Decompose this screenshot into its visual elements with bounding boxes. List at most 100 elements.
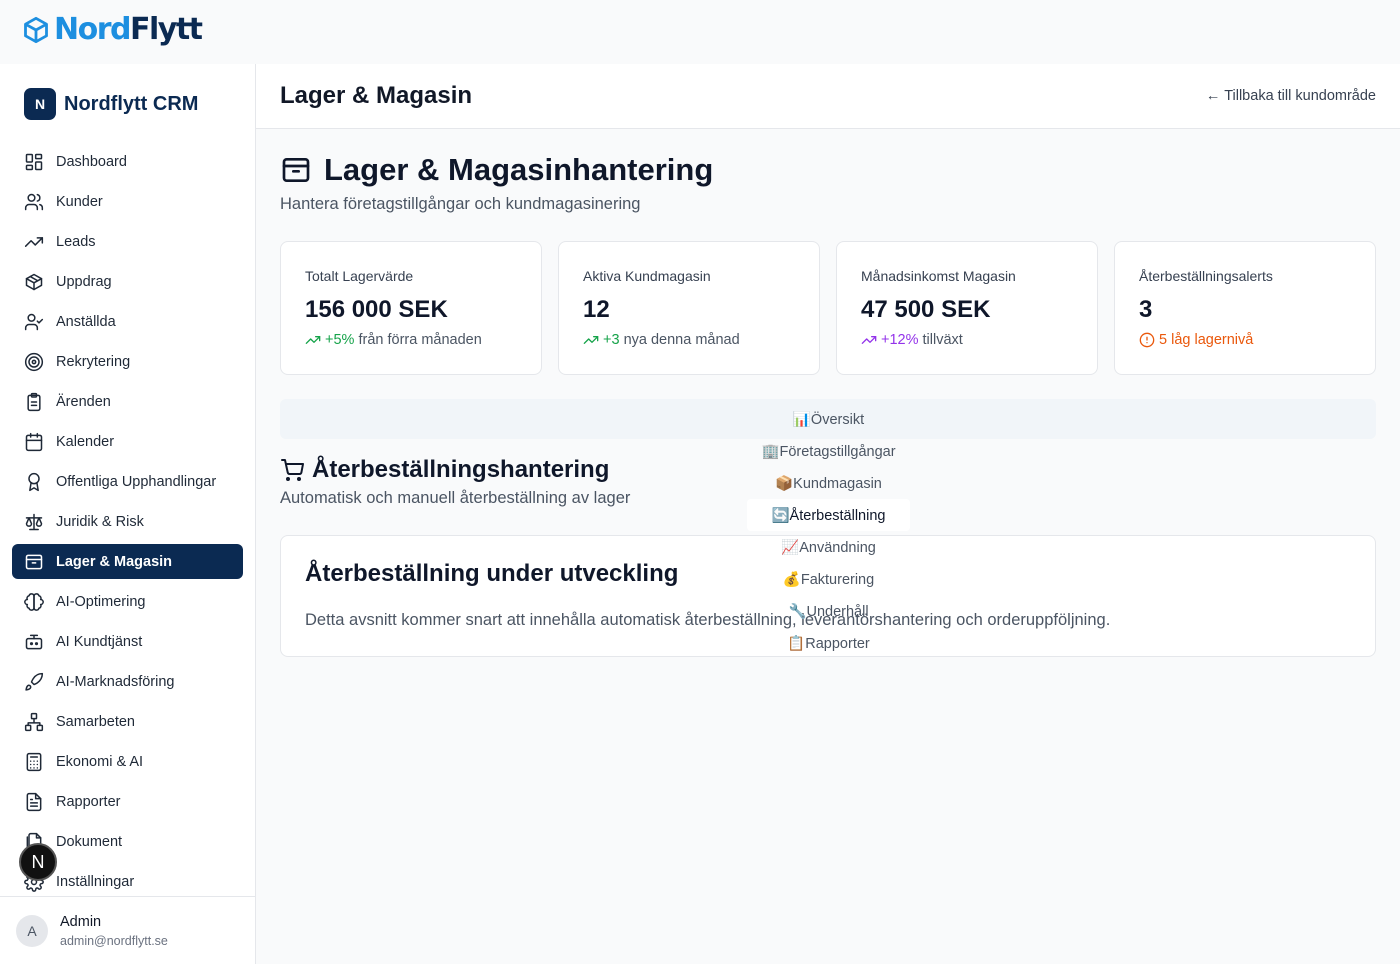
trending-up-icon	[861, 336, 877, 344]
tabs-list: 📊Översikt 🏢Företagstillgångar 📦Kundmagas…	[747, 403, 910, 659]
stat-change: +5%	[325, 332, 355, 348]
page-heading: Lager & Magasinhantering	[324, 152, 714, 187]
stat-change: +3	[603, 332, 620, 348]
sidebar-item-leads[interactable]: Leads	[12, 224, 243, 259]
sidebar-item-label: Ärenden	[56, 393, 111, 410]
user-name: Admin	[60, 914, 102, 930]
network-icon	[24, 712, 44, 731]
stat-card-inventory-value: Totalt Lagervärde 156 000 SEK +5% från f…	[280, 241, 542, 375]
card-text: Detta avsnitt kommer snart att innehålla…	[305, 611, 1111, 629]
brand-name: Nordflytt CRM	[64, 92, 199, 115]
sidebar-brand[interactable]: N Nordflytt CRM	[24, 88, 198, 120]
logo-part-nord: Nord	[54, 12, 132, 47]
sidebar-item-samarbeten[interactable]: Samarbeten	[12, 704, 243, 739]
tab-rapporter[interactable]: 📋Rapporter	[747, 627, 910, 659]
page-subtitle: Hantera företagstillgångar och kundmagas…	[280, 195, 641, 213]
target-icon	[24, 352, 44, 371]
stat-label: Totalt Lagervärde	[305, 268, 414, 284]
trending-up-icon	[583, 336, 599, 344]
sidebar-item-label: Leads	[56, 233, 96, 250]
sidebar-item-label: Kalender	[56, 433, 115, 450]
brain-icon	[24, 592, 44, 611]
stat-label: Månadsinkomst Magasin	[861, 268, 1016, 284]
trending-up-icon	[24, 236, 44, 247]
back-to-customer-area-link[interactable]: ← Tillbaka till kundområde	[1206, 88, 1376, 104]
box-logo-icon	[24, 16, 48, 44]
user-profile[interactable]: A Admin admin@nordflytt.se	[0, 896, 255, 964]
sidebar-item-ärenden[interactable]: Ärenden	[12, 384, 243, 419]
stat-value: 12	[583, 296, 610, 323]
logo-part-flytt: Flytt	[130, 12, 203, 47]
sidebar-item-rapporter[interactable]: Rapporter	[12, 784, 243, 819]
card-title: Återbeställning under utveckling	[305, 560, 679, 587]
stat-note: +5% från förra månaden	[305, 332, 482, 348]
logo-wordmark: NordFlytt	[54, 12, 203, 48]
sidebar-item-juridik-risk[interactable]: Juridik & Risk	[12, 504, 243, 539]
clipboard-icon	[27, 392, 41, 411]
stat-note: 5 låg lagernivå	[1139, 332, 1253, 348]
tab-anvandning[interactable]: 📈Användning	[747, 531, 910, 563]
stat-note: +12% tillväxt	[861, 332, 963, 348]
file-text-icon	[26, 792, 42, 811]
back-link-label: Tillbaka till kundområde	[1224, 88, 1376, 104]
sidebar-item-ekonomi-ai[interactable]: Ekonomi & AI	[12, 744, 243, 779]
stat-value: 156 000 SEK	[305, 296, 448, 323]
tab-fakturering[interactable]: 💰Fakturering	[747, 563, 910, 595]
stat-label: Aktiva Kundmagasin	[583, 268, 711, 284]
sidebar-item-lager-magasin[interactable]: Lager & Magasin	[12, 544, 243, 579]
package-icon	[25, 273, 43, 290]
shopping-cart-icon	[281, 459, 304, 481]
sidebar: N Nordflytt CRM Dashboard Kunder Leads Uppd…	[0, 64, 256, 964]
sidebar-item-label: Rapporter	[56, 793, 121, 810]
sidebar-nav: Dashboard Kunder Leads Uppdrag Anställda Rekr…	[12, 144, 243, 904]
stat-card-monthly-income: Månadsinkomst Magasin 47 500 SEK +12% ti…	[836, 241, 1098, 375]
sidebar-item-rekrytering[interactable]: Rekrytering	[12, 344, 243, 379]
top-bar: NordFlytt	[0, 0, 1400, 64]
calculator-icon	[26, 752, 42, 771]
sidebar-item-ai-kundtjänst[interactable]: AI Kundtjänst	[12, 624, 243, 659]
sidebar-item-dashboard[interactable]: Dashboard	[12, 144, 243, 179]
stat-note-text: nya denna månad	[619, 332, 740, 348]
alert-circle-icon	[1139, 332, 1155, 348]
trending-up-icon	[305, 336, 321, 344]
archive-icon	[25, 554, 43, 569]
sidebar-item-uppdrag[interactable]: Uppdrag	[12, 264, 243, 299]
page-header: Lager & Magasin ← Tillbaka till kundområ…	[256, 64, 1400, 129]
calendar-icon	[25, 432, 43, 451]
dev-tools-button[interactable]: N	[19, 843, 57, 881]
stat-note-text: tillväxt	[918, 332, 963, 348]
sidebar-item-kunder[interactable]: Kunder	[12, 184, 243, 219]
tab-underhall[interactable]: 🔧Underhåll	[747, 595, 910, 627]
scale-icon	[25, 513, 43, 530]
stat-alert-text: 5 låg lagernivå	[1159, 332, 1254, 348]
sidebar-item-label: AI Kundtjänst	[56, 633, 143, 650]
section-title: Återbeställningshantering	[280, 456, 609, 484]
tab-aterbestallning[interactable]: 🔄Återbeställning	[747, 499, 910, 531]
sidebar-item-kalender[interactable]: Kalender	[12, 424, 243, 459]
nordflytt-logo[interactable]: NordFlytt	[22, 12, 203, 48]
brand-badge: N	[24, 88, 56, 120]
sidebar-item-label: Uppdrag	[56, 273, 112, 290]
sidebar-item-anställda[interactable]: Anställda	[12, 304, 243, 339]
avatar: A	[16, 915, 48, 947]
sidebar-item-ai-marknadsföring[interactable]: AI-Marknadsföring	[12, 664, 243, 699]
rocket-icon	[25, 672, 44, 691]
section-subtitle: Automatisk och manuell återbeställning a…	[280, 489, 631, 507]
sidebar-item-label: Lager & Magasin	[56, 553, 173, 570]
tab-foretagstillgangar[interactable]: 🏢Företagstillgångar	[747, 435, 910, 467]
stat-card-active-storage: Aktiva Kundmagasin 12 +3 nya denna månad	[558, 241, 820, 375]
stat-card-reorder-alerts: Återbeställningsalerts 3 5 låg lagernivå	[1114, 241, 1376, 375]
stat-change: +12%	[881, 332, 919, 348]
sidebar-item-label: AI-Marknadsföring	[56, 673, 175, 690]
sidebar-item-offentliga-upphandlingar[interactable]: Offentliga Upphandlingar	[12, 464, 243, 499]
arrow-left-icon: ←	[1205, 88, 1221, 104]
header-title: Lager & Magasin	[280, 82, 473, 109]
stat-note: +3 nya denna månad	[583, 332, 740, 348]
layout-grid-icon	[25, 153, 43, 170]
section-heading: Återbeställningshantering	[312, 456, 610, 483]
stat-label: Återbeställningsalerts	[1139, 268, 1273, 284]
tab-oversikt[interactable]: 📊Översikt	[747, 403, 910, 435]
sidebar-item-ai-optimering[interactable]: AI-Optimering	[12, 584, 243, 619]
tab-kundmagasin[interactable]: 📦Kundmagasin	[747, 467, 910, 499]
award-icon	[28, 472, 40, 491]
